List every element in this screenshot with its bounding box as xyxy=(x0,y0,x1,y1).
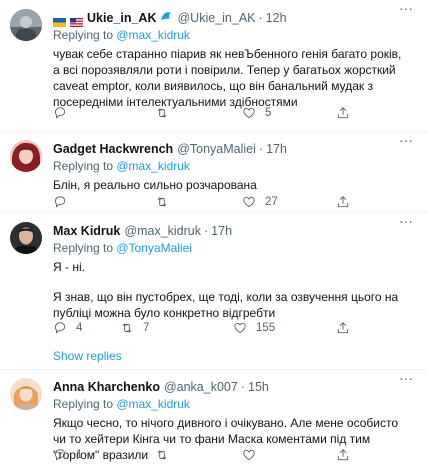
share-icon xyxy=(337,322,349,334)
heart-icon xyxy=(243,196,255,208)
separator-dot: · xyxy=(258,142,264,156)
more-options-icon[interactable]: ··· xyxy=(398,214,414,230)
reply-button[interactable] xyxy=(53,193,76,211)
like-count: 27 xyxy=(265,196,278,208)
tweet-text: чувак себе старанно піарив як невЪбенног… xyxy=(53,47,402,109)
like-button[interactable]: 155 xyxy=(233,319,275,337)
avatar[interactable] xyxy=(10,222,42,254)
retweet-icon xyxy=(157,108,167,118)
separator-dot: · xyxy=(240,380,245,394)
share-icon xyxy=(337,196,349,208)
like-button[interactable] xyxy=(242,446,265,464)
replying-to-link[interactable]: @max_kidruk xyxy=(116,28,190,42)
separator-dot: · xyxy=(204,224,209,238)
reply-icon xyxy=(54,107,66,119)
avatar[interactable] xyxy=(10,140,42,172)
heart-icon xyxy=(243,449,255,461)
tweet-text-line-1: Я - ні. xyxy=(53,260,85,274)
retweet-button[interactable] xyxy=(155,104,178,122)
tweet-gadget[interactable]: Gadget Hackwrench @TonyaMaliei · 17h Rep… xyxy=(0,132,428,212)
replying-to-prefix: Replying to xyxy=(53,241,117,255)
avatar-image xyxy=(10,9,42,41)
replying-to-prefix: Replying to xyxy=(53,159,117,173)
reply-count: 1 xyxy=(76,449,83,461)
reply-button[interactable]: 1 xyxy=(53,446,82,464)
replying-to: Replying to @max_kidruk xyxy=(53,158,420,175)
user-handle[interactable]: @Ukie_in_AK xyxy=(177,9,255,27)
display-name[interactable]: Ukie_in_AK xyxy=(87,9,156,27)
retweet-button[interactable]: 7 xyxy=(120,319,149,337)
like-count: 5 xyxy=(265,107,272,119)
retweet-button[interactable] xyxy=(155,446,178,464)
ukraine-flag-icon xyxy=(53,14,66,27)
more-options-icon[interactable]: ··· xyxy=(398,371,414,387)
wave-icon xyxy=(160,9,173,27)
retweet-icon xyxy=(157,197,167,207)
replying-to-link[interactable]: @TonyaMaliei xyxy=(116,241,192,255)
reply-icon xyxy=(54,449,66,461)
replying-to-link[interactable]: @max_kidruk xyxy=(116,397,190,411)
us-flag-icon xyxy=(70,14,83,27)
replying-to-prefix: Replying to xyxy=(53,397,117,411)
like-button[interactable]: 5 xyxy=(242,104,271,122)
share-button[interactable] xyxy=(336,193,350,211)
like-button[interactable]: 27 xyxy=(242,193,278,211)
timestamp[interactable]: 17h xyxy=(266,140,287,158)
retweet-button[interactable] xyxy=(155,193,178,211)
heart-icon xyxy=(234,322,246,334)
user-handle[interactable]: @max_kidruk xyxy=(124,222,201,240)
tweet-anna[interactable]: Anna Kharchenko @anka_k007 · 15h Replyin… xyxy=(0,370,428,472)
like-count: 155 xyxy=(256,322,276,334)
replying-to: Replying to @TonyaMaliei xyxy=(53,240,420,257)
replying-to-link[interactable]: @max_kidruk xyxy=(116,159,190,173)
share-icon xyxy=(337,449,349,461)
avatar-image xyxy=(10,378,42,410)
reply-icon xyxy=(54,196,66,208)
avatar[interactable] xyxy=(10,378,42,410)
user-handle[interactable]: @anka_k007 xyxy=(164,378,238,396)
tweet-text-line-2: Я знав, що він пустобрех, ще тоді, коли … xyxy=(53,290,399,320)
avatar-image xyxy=(10,140,42,172)
share-button[interactable] xyxy=(336,319,350,337)
avatar[interactable] xyxy=(10,9,42,41)
timestamp[interactable]: 17h xyxy=(211,222,232,240)
tweet-ukie[interactable]: Ukie_in_AK @Ukie_in_AK · 12h Replying to… xyxy=(0,0,428,131)
replying-to: Replying to @max_kidruk xyxy=(53,27,420,44)
replying-to: Replying to @max_kidruk xyxy=(53,396,420,413)
retweet-icon xyxy=(122,323,132,333)
avatar-image xyxy=(10,222,42,254)
share-button[interactable] xyxy=(336,104,350,122)
retweet-count: 7 xyxy=(143,322,150,334)
tweet-text: Я - ні. Я знав, що він пустобрех, ще тод… xyxy=(53,259,401,321)
tweet-max-kidruk[interactable]: Max Kidruk @max_kidruk · 17h Replying to… xyxy=(0,213,428,343)
more-options-icon[interactable]: ··· xyxy=(398,133,414,149)
reply-count: 4 xyxy=(76,322,83,334)
reply-button[interactable] xyxy=(53,104,76,122)
timestamp[interactable]: 15h xyxy=(248,378,269,396)
user-handle[interactable]: @TonyaMaliei xyxy=(177,140,256,158)
more-options-icon[interactable]: ··· xyxy=(398,1,414,17)
heart-icon xyxy=(243,107,255,119)
display-name[interactable]: Anna Kharchenko xyxy=(53,378,160,396)
reply-icon xyxy=(54,322,66,334)
display-name[interactable]: Max Kidruk xyxy=(53,222,120,240)
retweet-icon xyxy=(157,450,167,460)
reply-button[interactable]: 4 xyxy=(53,319,82,337)
show-replies-link[interactable]: Show replies xyxy=(53,349,122,363)
timestamp[interactable]: 12h xyxy=(266,9,287,27)
separator-dot: · xyxy=(258,11,263,25)
tweet-text: Блін, я реально сильно розчарована xyxy=(53,178,257,192)
display-name[interactable]: Gadget Hackwrench xyxy=(53,140,173,158)
replying-to-prefix: Replying to xyxy=(53,28,117,42)
share-button[interactable] xyxy=(336,446,350,464)
share-icon xyxy=(337,107,349,119)
